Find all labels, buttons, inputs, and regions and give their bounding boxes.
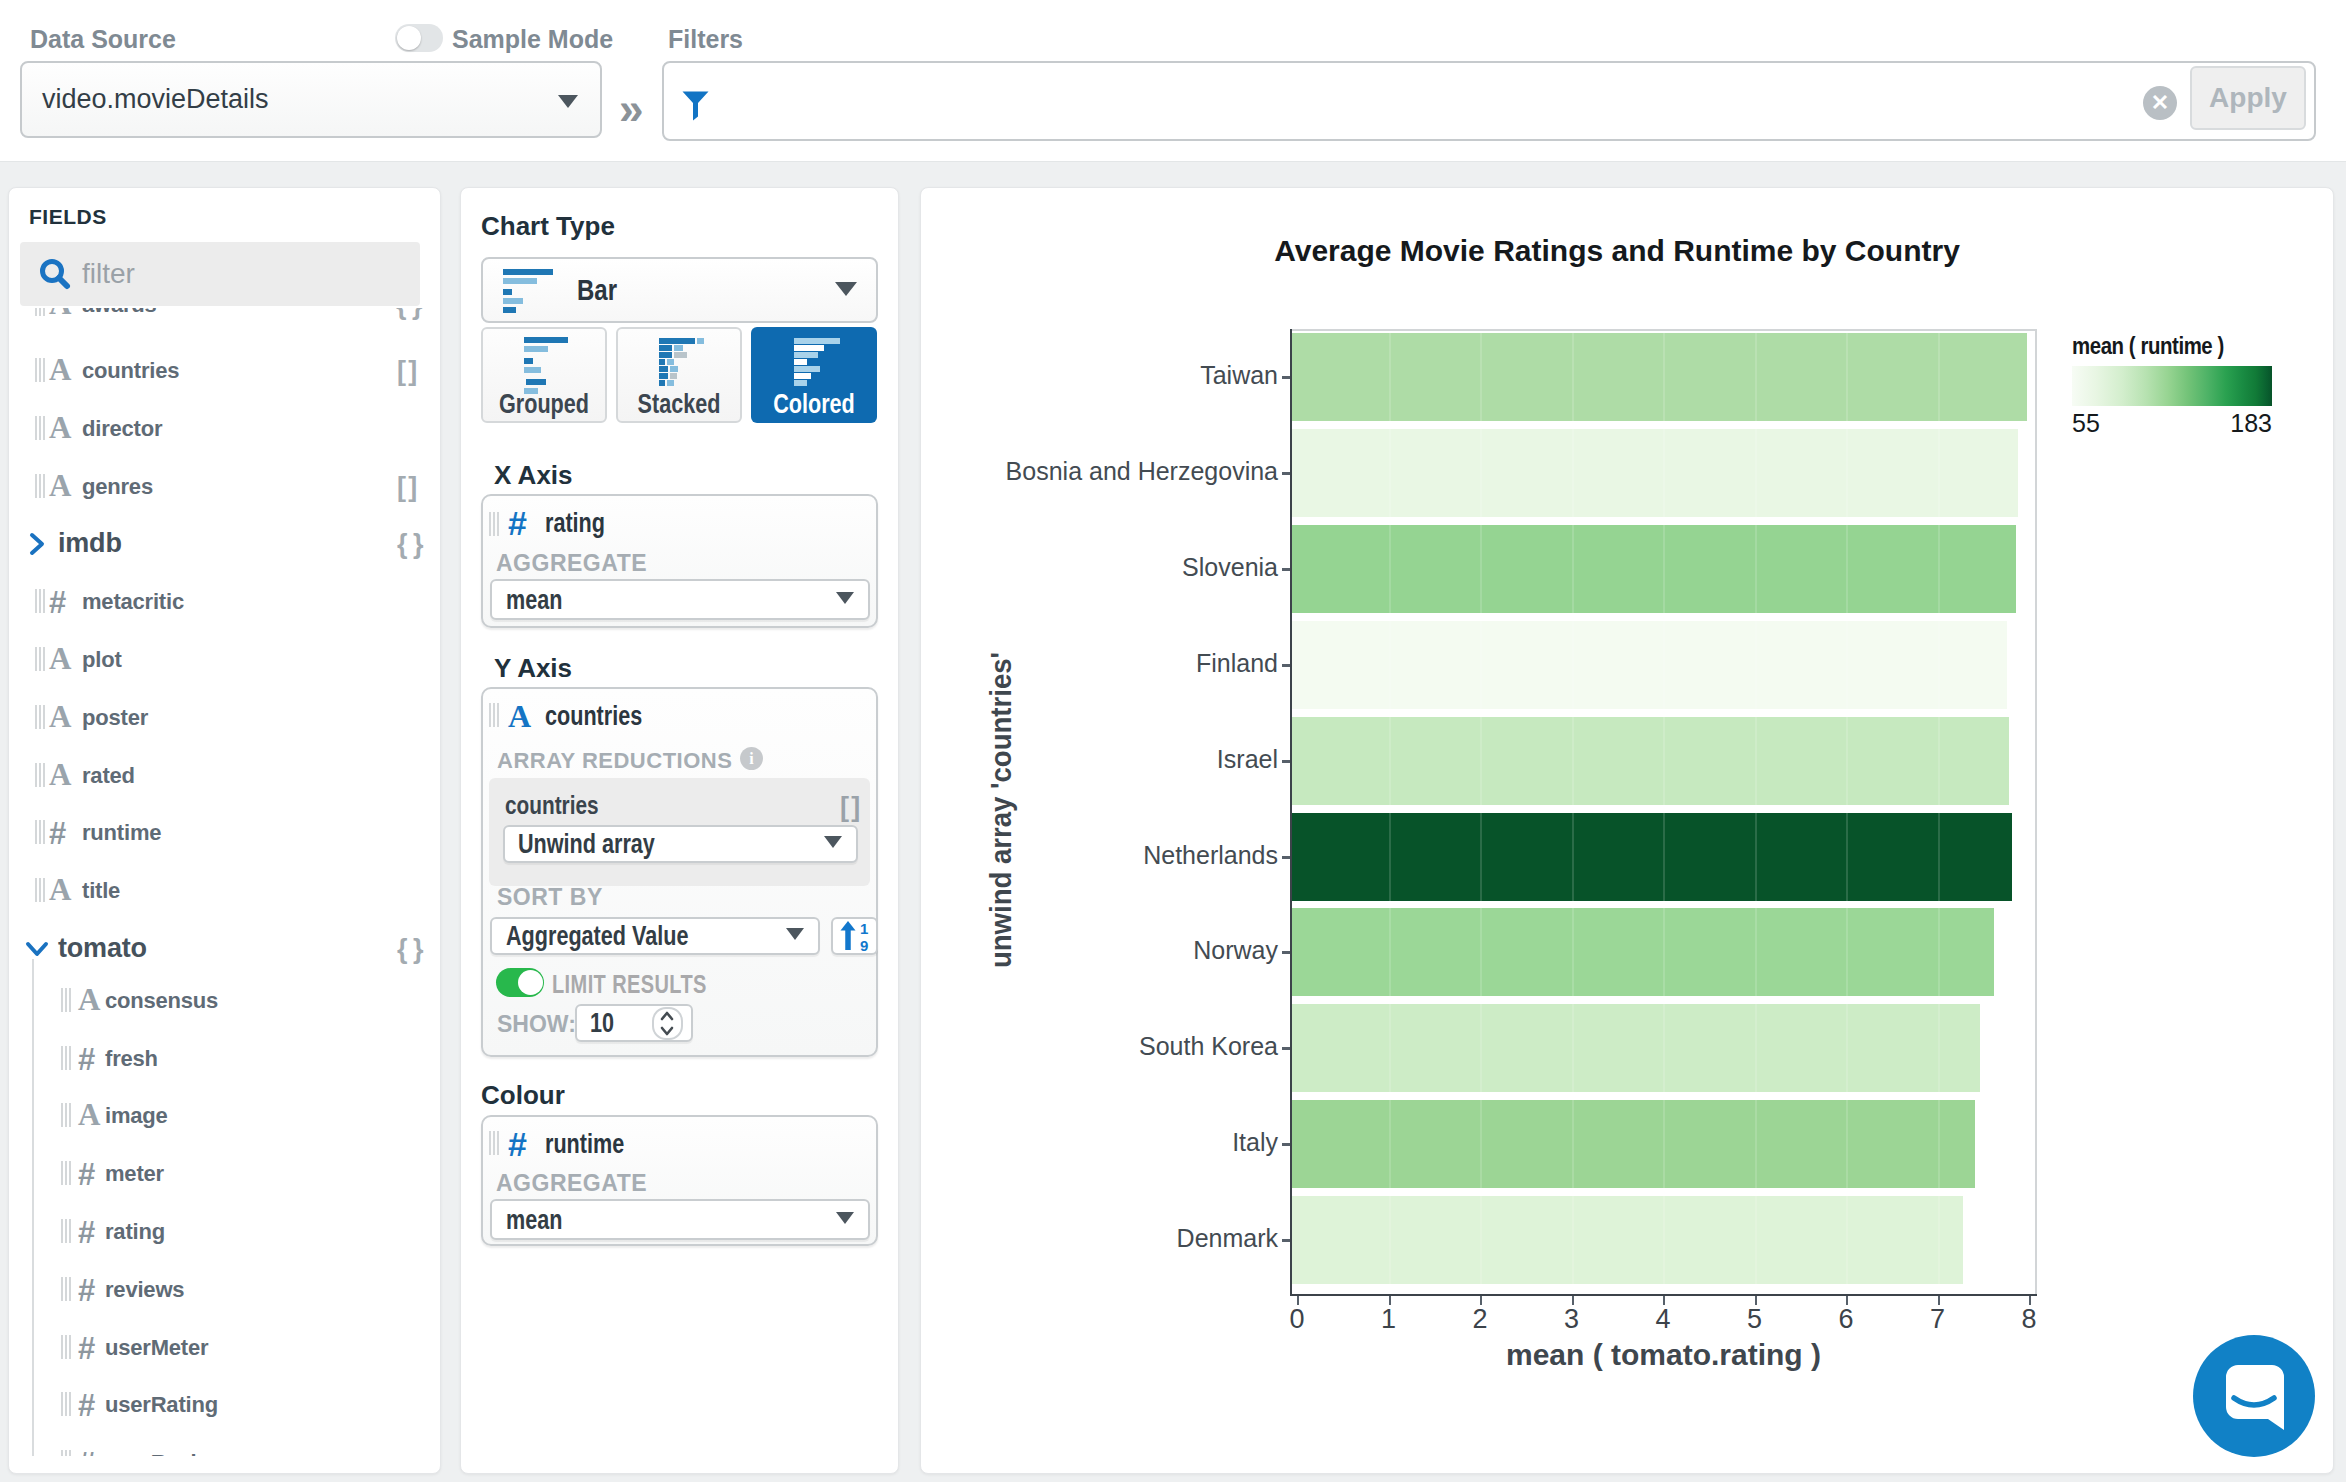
svg-text:1: 1 <box>860 921 868 937</box>
